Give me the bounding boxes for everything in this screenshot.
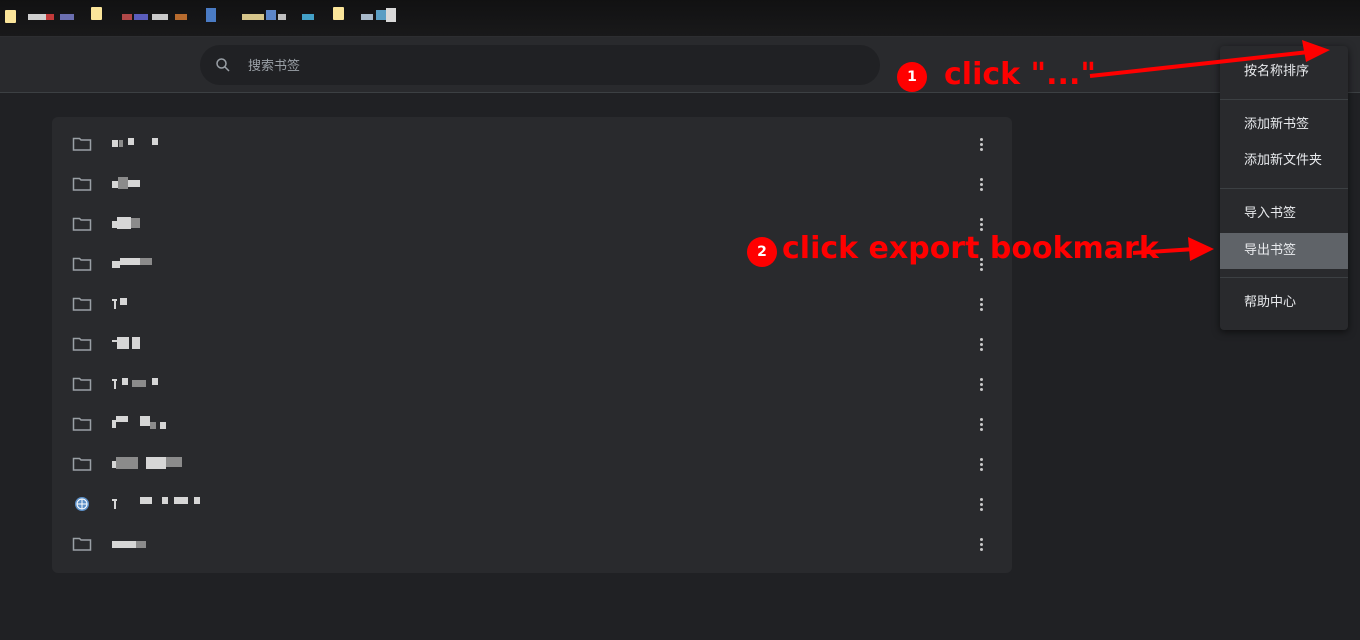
folder-icon xyxy=(72,257,92,271)
menu-divider xyxy=(1220,277,1348,278)
bookmark-title xyxy=(112,256,312,272)
more-options-button[interactable] xyxy=(972,414,992,434)
menu-item-add-folder[interactable]: 添加新文件夹 xyxy=(1220,143,1348,179)
folder-icon xyxy=(72,177,92,191)
more-options-button[interactable] xyxy=(972,334,992,354)
folder-icon xyxy=(72,217,92,231)
bookmarks-bar xyxy=(0,0,1360,37)
menu-divider xyxy=(1220,99,1348,100)
bookmark-bar-item-mark xyxy=(376,10,386,20)
bookmark-folder-icon[interactable] xyxy=(91,7,102,20)
folder-icon xyxy=(72,377,92,391)
bookmark-list xyxy=(52,117,1012,573)
bookmark-bar-item-mark xyxy=(386,8,396,22)
folder-icon xyxy=(72,137,92,151)
bookmark-title xyxy=(112,216,312,232)
bookmark-row[interactable] xyxy=(52,524,1012,564)
bookmark-title xyxy=(112,456,312,472)
folder-icon xyxy=(72,297,92,311)
globe-icon xyxy=(75,497,89,511)
bookmark-folder-icon[interactable] xyxy=(5,10,16,23)
annotation-step-2-badge: 2 xyxy=(747,237,777,267)
bookmark-title xyxy=(112,416,312,432)
bookmark-bar-item[interactable] xyxy=(361,14,373,20)
bookmark-title xyxy=(112,336,312,352)
more-options-button[interactable] xyxy=(972,534,992,554)
folder-icon xyxy=(72,457,92,471)
annotation-step-1-text: click "..." xyxy=(944,57,1096,92)
annotation-arrowhead-2 xyxy=(1188,237,1214,261)
toolbar xyxy=(0,37,1360,93)
bookmark-bar-item-mark xyxy=(278,14,286,20)
bookmark-bar-item-mark xyxy=(266,10,276,20)
bookmark-bar-item[interactable] xyxy=(206,8,216,22)
annotation-step-2-text: click export bookmark xyxy=(782,231,1159,266)
search-input[interactable] xyxy=(246,45,850,87)
more-options-button[interactable] xyxy=(972,294,992,314)
menu-item-import-bookmarks[interactable]: 导入书签 xyxy=(1220,196,1348,232)
more-options-button[interactable] xyxy=(972,374,992,394)
search-icon xyxy=(216,58,230,72)
bookmark-bar-item[interactable] xyxy=(302,14,314,20)
bookmark-row[interactable] xyxy=(52,284,1012,324)
bookmark-title xyxy=(112,496,312,512)
menu-divider xyxy=(1220,188,1348,189)
more-options-button[interactable] xyxy=(972,174,992,194)
menu-item-export-bookmarks[interactable]: 导出书签 xyxy=(1220,233,1348,269)
bookmark-row[interactable] xyxy=(52,364,1012,404)
bookmark-row[interactable] xyxy=(52,444,1012,484)
bookmark-row[interactable] xyxy=(52,404,1012,444)
bookmark-bar-item-mark xyxy=(46,14,54,20)
annotation-step-1-badge: 1 xyxy=(897,62,927,92)
bookmark-title xyxy=(112,136,312,152)
bookmark-title xyxy=(112,296,312,312)
bookmark-bar-item-mark xyxy=(60,14,74,20)
menu-item-help-center[interactable]: 帮助中心 xyxy=(1220,285,1348,321)
bookmark-bar-item[interactable] xyxy=(242,14,264,20)
more-options-button[interactable] xyxy=(972,454,992,474)
bookmark-bar-item[interactable] xyxy=(122,14,132,20)
bookmark-bar-item-mark xyxy=(175,14,187,20)
bookmark-row[interactable] xyxy=(52,484,1012,524)
folder-icon xyxy=(72,337,92,351)
organize-menu: 按名称排序 添加新书签 添加新文件夹 导入书签 导出书签 帮助中心 xyxy=(1220,46,1348,330)
bookmark-row[interactable] xyxy=(52,164,1012,204)
more-options-button[interactable] xyxy=(972,134,992,154)
bookmark-bar-item-mark xyxy=(134,14,148,20)
more-options-button[interactable] xyxy=(972,494,992,514)
bookmark-bar-item-mark xyxy=(152,14,168,20)
bookmark-row[interactable] xyxy=(52,324,1012,364)
menu-item-sort-by-name[interactable]: 按名称排序 xyxy=(1220,54,1348,90)
bookmark-folder-icon[interactable] xyxy=(333,7,344,20)
folder-icon xyxy=(72,417,92,431)
bookmark-title xyxy=(112,536,312,552)
folder-icon xyxy=(72,537,92,551)
bookmark-bar-item[interactable] xyxy=(28,14,46,20)
bookmark-row[interactable] xyxy=(52,124,1012,164)
bookmark-title xyxy=(112,376,312,392)
search-box[interactable] xyxy=(200,45,880,87)
menu-item-add-bookmark[interactable]: 添加新书签 xyxy=(1220,107,1348,143)
bookmark-title xyxy=(112,176,312,192)
